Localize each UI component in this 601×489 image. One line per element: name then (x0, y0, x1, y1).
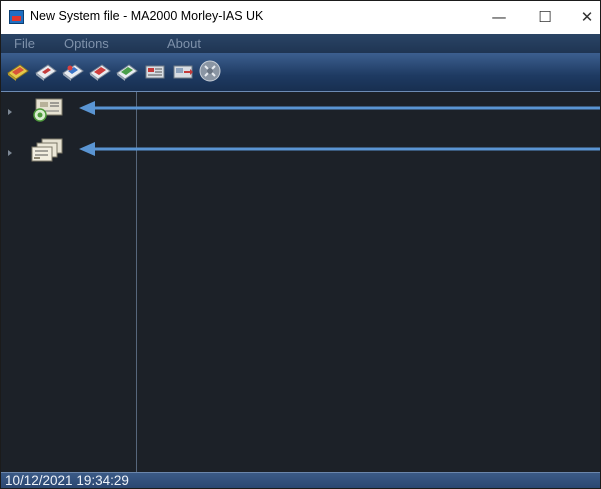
status-bar: 10/12/2021 19:34:29 (1, 472, 600, 488)
toolbar (1, 53, 600, 92)
close-icon: ✕ (580, 8, 594, 26)
menu-options[interactable]: Options (64, 36, 109, 51)
menu-bar: File Options About (1, 34, 600, 53)
save-icon[interactable] (34, 59, 58, 83)
expand-arrow-icon[interactable] (8, 109, 12, 115)
open-file-icon[interactable] (6, 59, 30, 83)
window-title: New System file - MA2000 Morley-IAS UK (30, 9, 264, 23)
menu-about[interactable]: About (167, 36, 201, 51)
upload-icon[interactable] (115, 59, 139, 83)
print-icon[interactable] (88, 59, 112, 83)
close-button[interactable]: ✕ (564, 1, 600, 34)
panel-transfer-icon[interactable] (171, 59, 195, 83)
expand-arrow-icon[interactable] (8, 150, 12, 156)
loop-devices-icon[interactable] (30, 137, 64, 163)
application-window: New System file - MA2000 Morley-IAS UK —… (0, 0, 601, 489)
menu-file[interactable]: File (14, 36, 35, 51)
minimize-icon: — (491, 8, 507, 26)
minimize-button[interactable]: — (476, 1, 522, 34)
maximize-button[interactable]: ☐ (522, 1, 568, 34)
title-bar: New System file - MA2000 Morley-IAS UK —… (1, 1, 600, 34)
panel-device-icon[interactable] (31, 97, 65, 123)
maximize-icon: ☐ (538, 8, 552, 26)
annotation-arrow (79, 142, 600, 156)
tools-icon[interactable] (198, 59, 222, 83)
save-as-icon[interactable] (61, 59, 85, 83)
status-datetime: 10/12/2021 19:34:29 (5, 473, 129, 488)
panel-config-icon[interactable] (143, 59, 167, 83)
annotation-arrow (79, 101, 600, 115)
app-icon (9, 10, 24, 24)
